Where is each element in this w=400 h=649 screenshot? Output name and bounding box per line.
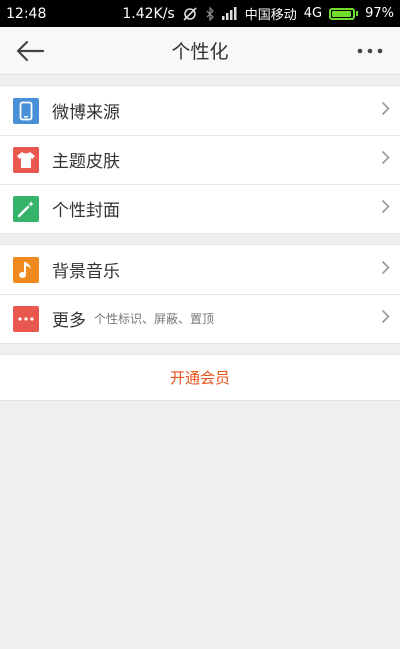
battery-icon [329,7,359,20]
nav-bar: 个性化 [0,27,400,75]
chevron-right-icon [381,309,390,328]
chevron-right-icon [381,150,390,169]
settings-group-1: 微博来源 主题皮肤 个性封面 [0,85,400,234]
bluetooth-icon [205,6,215,21]
music-note-icon [13,256,39,283]
personal-cover-item[interactable]: 个性封面 [0,184,400,233]
magic-wand-icon [13,195,39,222]
item-label: 个性封面 [52,201,120,221]
more-options-button[interactable] [350,31,390,71]
weibo-source-item[interactable]: 微博来源 [0,86,400,135]
status-time: 12:48 [6,5,47,22]
settings-group-2: 背景音乐 更多 个性标识、屏蔽、置顶 [0,244,400,344]
chevron-right-icon [381,101,390,120]
shirt-icon [13,146,39,173]
item-label: 微博来源 [52,103,120,123]
network-type: 4G [303,6,323,21]
sync-off-icon [182,6,198,22]
status-bar: 12:48 1.42K/s 中国移动 4G 97% [0,0,400,27]
chevron-right-icon [381,199,390,218]
more-settings-item[interactable]: 更多 个性标识、屏蔽、置顶 [0,294,400,343]
background-music-item[interactable]: 背景音乐 [0,245,400,294]
page-title: 个性化 [171,41,229,63]
battery-percent: 97% [365,6,394,21]
item-label: 主题皮肤 [52,152,120,172]
item-label: 更多 [52,311,86,331]
signal-icon [221,7,238,20]
membership-label: 开通会员 [169,369,230,387]
more-dots-icon [357,48,383,53]
more-dots-icon [13,305,39,332]
open-membership-button[interactable]: 开通会员 [0,354,400,401]
network-speed: 1.42K/s [122,5,175,22]
carrier-name: 中国移动 [244,8,297,23]
phone-icon [13,97,39,124]
back-button[interactable] [10,31,50,71]
item-label: 背景音乐 [52,262,120,282]
back-arrow-icon [16,40,45,61]
item-sublabel: 个性标识、屏蔽、置顶 [94,312,215,326]
chevron-right-icon [381,260,390,279]
theme-skin-item[interactable]: 主题皮肤 [0,135,400,184]
